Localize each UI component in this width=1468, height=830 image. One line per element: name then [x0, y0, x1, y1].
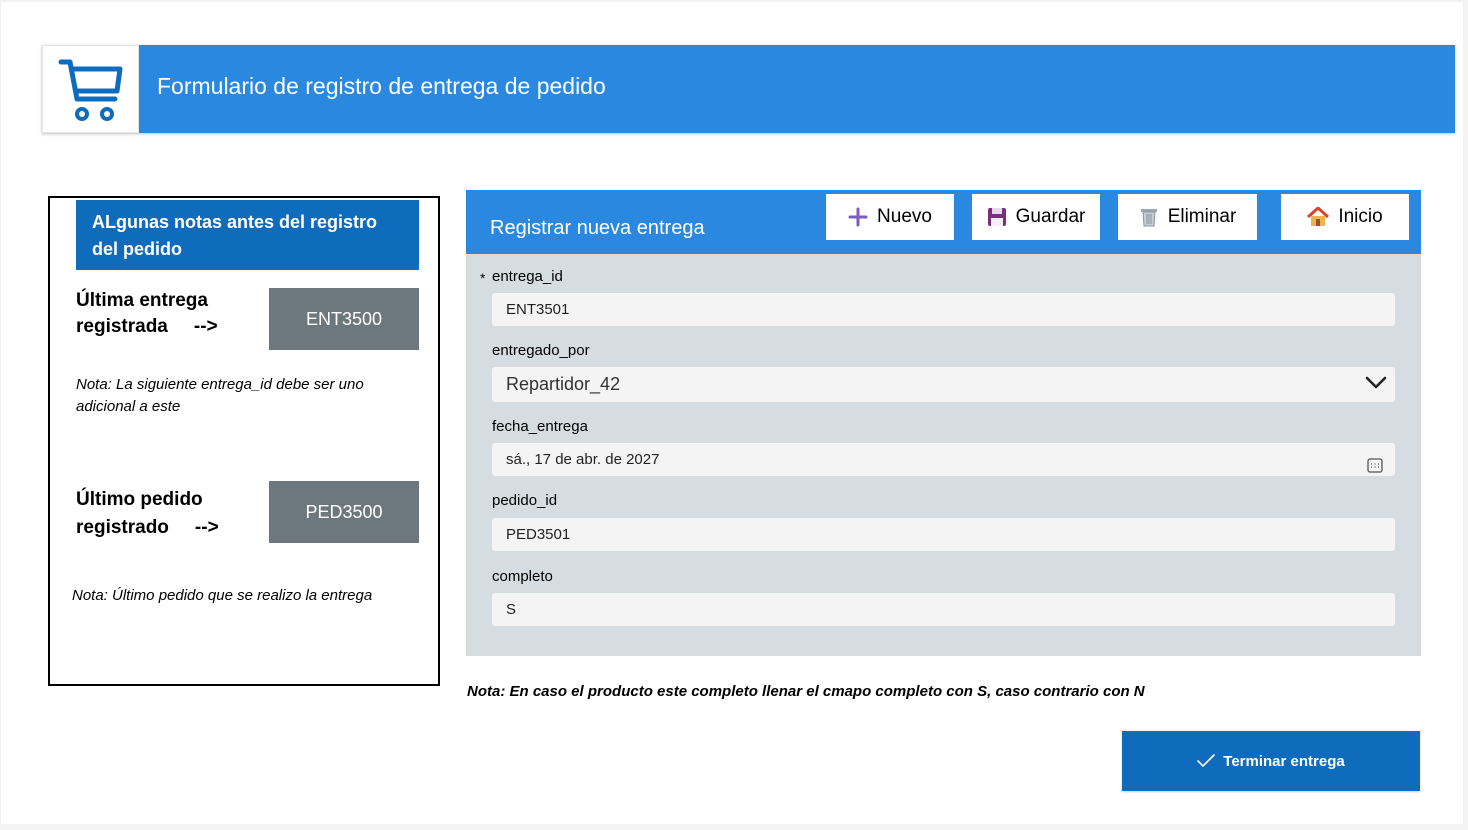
page-title: Formulario de registro de entrega de ped…: [157, 73, 606, 99]
save-button-label: Guardar: [1015, 206, 1086, 227]
entregado-por-dropdown[interactable]: Repartidor_42: [492, 367, 1395, 402]
delete-button-label: Eliminar: [1167, 206, 1237, 227]
fecha-entrega-value: sá., 17 de abr. de 2027: [506, 451, 660, 468]
entregado-por-value: Repartidor_42: [506, 374, 621, 394]
trash-can-icon: [1139, 207, 1159, 227]
fecha-entrega-label: fecha_entrega: [492, 418, 588, 435]
logo-box: [42, 45, 139, 133]
pedido-id-label: pedido_id: [492, 492, 558, 509]
plus-icon: [848, 207, 868, 227]
checkmark-icon: [1197, 754, 1216, 768]
last-delivery-value: ENT3500: [269, 288, 419, 350]
home-button[interactable]: Inicio: [1281, 194, 1409, 240]
home-icon: [1307, 207, 1330, 227]
notes-panel: ALgunas notas antes del registro del ped…: [48, 196, 440, 686]
save-button[interactable]: Guardar: [972, 194, 1100, 240]
completo-label: completo: [492, 568, 553, 585]
last-order-label: Último pedido registrado -->: [76, 489, 219, 538]
notes-title: ALgunas notas antes del registro del ped…: [76, 200, 419, 270]
last-delivery-label: Última entrega registrada -->: [76, 290, 218, 337]
entrega-id-label: entrega_id: [492, 268, 563, 285]
home-button-label: Inicio: [1338, 206, 1383, 227]
new-button[interactable]: Nuevo: [826, 194, 954, 240]
fecha-entrega-input[interactable]: sá., 17 de abr. de 2027: [492, 443, 1395, 476]
bottom-note: Nota: En caso el producto este completo …: [467, 683, 1145, 700]
entrega-id-input[interactable]: ENT3501: [492, 293, 1395, 326]
arrow-text: -->: [193, 316, 218, 337]
form-header: Registrar nueva entrega Nuevo Guardar El…: [466, 190, 1421, 254]
finish-delivery-label: Terminar entrega: [1223, 752, 1345, 770]
app-header: Formulario de registro de entrega de ped…: [42, 45, 1455, 133]
last-order-note: Nota: Último pedido que se realizo la en…: [72, 587, 373, 604]
shopping-cart-icon: [58, 59, 123, 121]
calendar-icon[interactable]: [1367, 452, 1383, 485]
delivery-form: Registrar nueva entrega Nuevo Guardar El…: [466, 190, 1421, 656]
form-title: Registrar nueva entrega: [490, 217, 705, 239]
entregado-por-label: entregado_por: [492, 342, 590, 359]
last-order-value: PED3500: [269, 481, 419, 543]
new-button-label: Nuevo: [877, 206, 932, 227]
required-marker: *: [480, 270, 486, 286]
arrow-text: -->: [194, 517, 219, 538]
completo-input[interactable]: S: [492, 593, 1395, 626]
last-delivery-note: Nota: La siguiente entrega_id debe ser u…: [76, 376, 364, 415]
finish-delivery-button[interactable]: Terminar entrega: [1122, 731, 1420, 791]
floppy-disk-icon: [987, 207, 1007, 227]
chevron-down-icon: [1365, 371, 1387, 406]
pedido-id-input[interactable]: PED3501: [492, 518, 1395, 551]
delete-button[interactable]: Eliminar: [1118, 194, 1257, 240]
